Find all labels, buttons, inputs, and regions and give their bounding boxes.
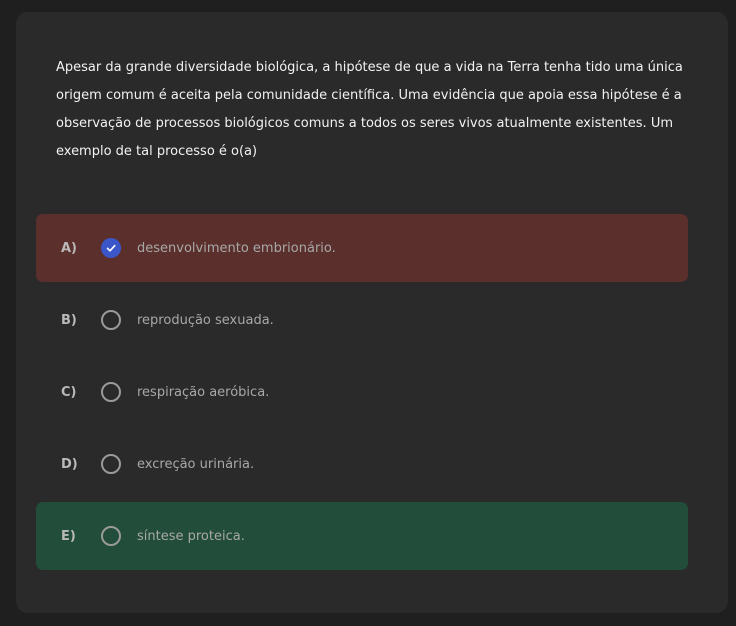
- radio-empty-icon[interactable]: [101, 382, 121, 402]
- option-b[interactable]: B) reprodução sexuada.: [36, 286, 688, 354]
- option-text: excreção urinária.: [137, 456, 255, 472]
- option-letter: A): [61, 240, 78, 256]
- option-letter: E): [61, 528, 76, 544]
- option-text: reprodução sexuada.: [137, 312, 274, 328]
- option-d[interactable]: D) excreção urinária.: [36, 430, 688, 498]
- option-letter: C): [61, 384, 77, 400]
- radio-empty-icon[interactable]: [101, 526, 121, 546]
- option-letter: D): [61, 456, 78, 472]
- option-e[interactable]: E) síntese proteica.: [36, 502, 688, 570]
- option-text: respiração aeróbica.: [137, 384, 270, 400]
- option-a[interactable]: A) desenvolvimento embrionário.: [36, 214, 688, 282]
- option-text: síntese proteica.: [137, 528, 245, 544]
- radio-empty-icon[interactable]: [101, 310, 121, 330]
- option-letter: B): [61, 312, 77, 328]
- option-text: desenvolvimento embrionário.: [137, 240, 336, 256]
- option-c[interactable]: C) respiração aeróbica.: [36, 358, 688, 426]
- question-text: Apesar da grande diversidade biológica, …: [56, 60, 683, 159]
- check-icon[interactable]: [101, 238, 121, 258]
- question-card: Apesar da grande diversidade biológica, …: [16, 12, 728, 613]
- radio-empty-icon[interactable]: [101, 454, 121, 474]
